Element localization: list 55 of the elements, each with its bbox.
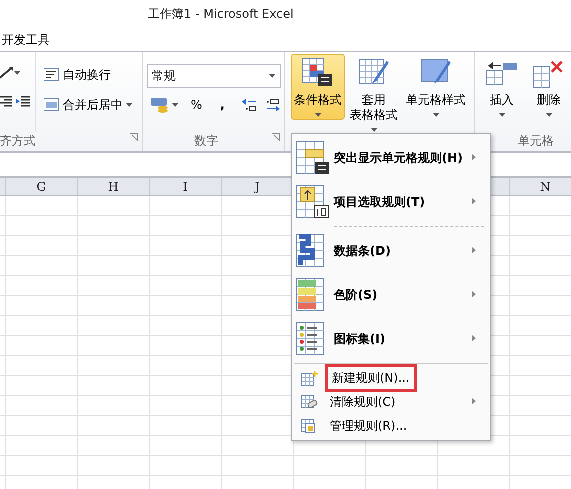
- caret-icon: [546, 113, 552, 117]
- increase-decimal-icon: [240, 98, 257, 112]
- menu-item[interactable]: 图标集(I): [294, 317, 488, 361]
- menu-item[interactable]: 突出显示单元格规则(H): [294, 136, 488, 180]
- column-header[interactable]: H: [78, 178, 150, 195]
- ribbon-tab[interactable]: 开发工具: [0, 30, 52, 48]
- group-label: 数字: [194, 133, 218, 150]
- wrap-text-button[interactable]: 自动换行: [42, 64, 135, 86]
- group-label: 单元格: [518, 133, 554, 150]
- caret-icon: [126, 103, 133, 107]
- wrap-text-icon: [44, 68, 60, 82]
- ribbon-button[interactable]: 插入: [482, 54, 522, 120]
- submenu-arrow-icon: [472, 247, 476, 254]
- caret-icon: [172, 103, 179, 107]
- column-header[interactable]: I: [150, 178, 222, 195]
- money-icon: [151, 97, 169, 113]
- comma-button[interactable]: ,: [212, 94, 233, 116]
- caret-icon: [314, 113, 322, 117]
- align-right-icon: [0, 96, 12, 108]
- merge-center-button[interactable]: 合并后居中: [42, 94, 135, 116]
- submenu-arrow-icon: [472, 291, 476, 298]
- new-rule-icon: [301, 370, 319, 386]
- window-title: 工作簿1 - Microsoft Excel: [148, 6, 294, 23]
- ribbon-button[interactable]: 条件格式: [291, 54, 345, 120]
- dialog-launcher-icon: [130, 132, 138, 141]
- submenu-arrow-icon: [472, 335, 476, 342]
- number-format-dropdown[interactable]: 常规: [147, 64, 281, 88]
- menu-item[interactable]: 色阶(S): [294, 273, 488, 317]
- group-label: 齐方式: [0, 133, 36, 150]
- column-header[interactable]: N: [510, 178, 571, 195]
- caret-icon: [432, 113, 440, 117]
- caret-icon: [269, 74, 276, 78]
- ribbon-button[interactable]: 单元格样式: [403, 54, 469, 120]
- decrease-decimal-icon: [264, 98, 281, 112]
- submenu-arrow-icon: [472, 198, 476, 205]
- column-header[interactable]: G: [6, 178, 78, 195]
- submenu-arrow-icon: [472, 154, 476, 161]
- submenu-arrow-icon: [472, 398, 476, 405]
- indent-icon: [16, 96, 30, 108]
- dialog-launcher-icon: [272, 132, 280, 141]
- caret-icon: [14, 71, 21, 75]
- menu-item[interactable]: 数据条(D): [294, 229, 488, 273]
- ribbon-button[interactable]: 删除: [529, 54, 569, 120]
- menu-item[interactable]: 新建规则(N)...: [294, 366, 488, 390]
- eraser-icon: [301, 394, 319, 410]
- currency-button[interactable]: [149, 95, 181, 115]
- conditional-format-icon: [301, 57, 335, 89]
- menu-item[interactable]: 管理规则(R)...: [294, 414, 488, 438]
- text-orientation-icon: [0, 66, 14, 80]
- menu-item[interactable]: 清除规则(C): [294, 390, 488, 414]
- menu-item[interactable]: 项目选取规则(T): [294, 180, 488, 224]
- highlight-frame: 新建规则(N)...: [328, 367, 414, 389]
- percent-button[interactable]: %: [189, 94, 204, 116]
- merge-cells-icon: [44, 98, 60, 112]
- caret-icon: [498, 113, 506, 117]
